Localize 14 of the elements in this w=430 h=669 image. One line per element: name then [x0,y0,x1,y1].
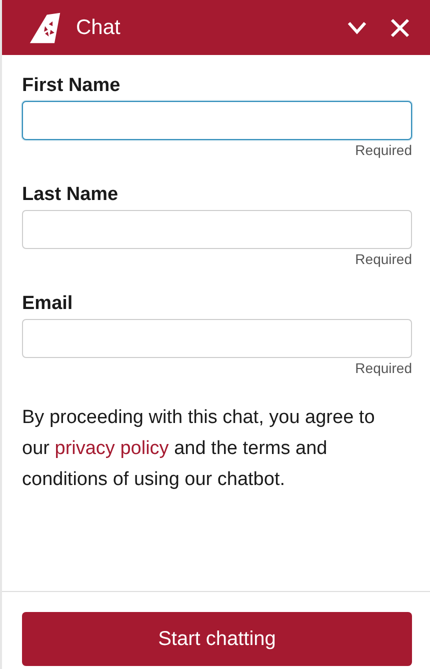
input-field[interactable] [22,319,412,358]
input-field[interactable] [22,101,412,140]
field-label: First Name [22,75,122,97]
chat-title: Chat [76,16,120,40]
consent-text: By proceeding with this chat, you agree to our privacy policy and the terms and conditions of using our chatbot. [22,406,376,492]
required-hint: Required [355,142,412,158]
required-hint: Required [355,251,412,267]
field-label: Email [22,293,74,315]
logo-icon [28,10,62,44]
field-label: Last Name [22,184,120,206]
required-hint: Required [355,360,412,376]
privacy-policy-link[interactable]: privacy policy [54,438,169,459]
start-chatting-button[interactable]: Start chatting [22,612,412,666]
input-field[interactable] [22,210,412,249]
